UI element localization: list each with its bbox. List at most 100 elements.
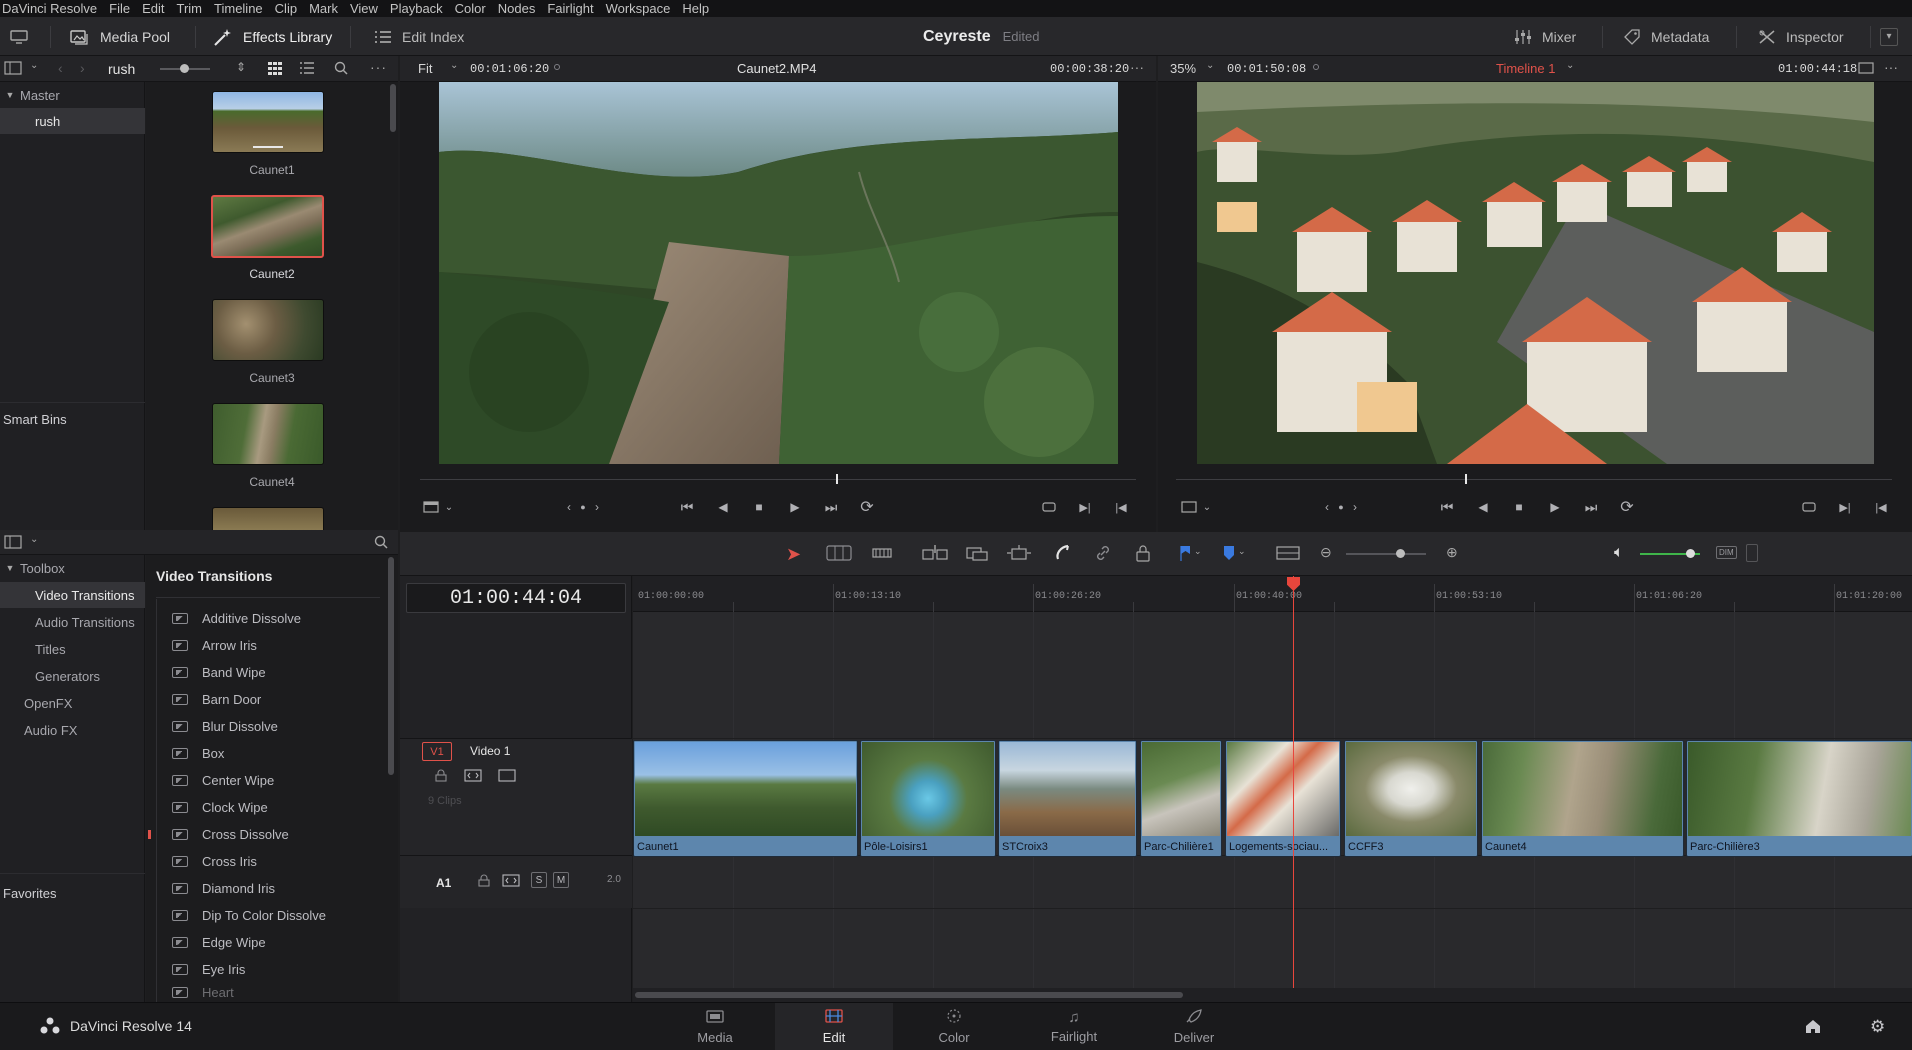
viewer-mode-icon[interactable] [1858,62,1874,74]
clip-thumbnail-caunet2[interactable] [211,195,324,258]
replace-clip-icon[interactable] [1006,544,1032,562]
audio-meter-toggle[interactable] [1746,544,1758,562]
timeline-scrollbar[interactable] [635,992,1183,998]
chevron-down-icon[interactable]: ▼ [0,90,20,100]
bin-master[interactable]: ▼ Master [0,82,145,108]
toolbox-node[interactable]: ▼ Toolbox [0,555,145,581]
track-destination-v1[interactable]: V1 [422,742,452,761]
tree-item-generators[interactable]: Generators [0,663,145,689]
timeline-video-frame[interactable] [1197,82,1874,464]
thumbnail-size-slider[interactable] [160,64,210,73]
timeline-zoom-slider[interactable] [1346,549,1426,558]
transition-item[interactable]: Edge Wipe [158,929,380,956]
trim-tool-icon[interactable] [826,544,852,562]
panel-toggle-icon[interactable] [4,535,22,549]
tree-item-titles[interactable]: Titles [0,636,145,662]
slider-knob[interactable] [1396,549,1405,558]
timeline-clip[interactable]: Pôle-Loisirs1 [860,740,996,857]
menu-mark[interactable]: Mark [303,1,344,16]
stop-icon[interactable]: ■ [1510,498,1528,516]
search-icon[interactable] [374,535,388,549]
menu-nodes[interactable]: Nodes [492,1,542,16]
transition-item[interactable]: Dip To Color Dissolve [158,902,380,929]
more-options-icon[interactable]: ··· [370,59,387,75]
blade-tool-icon[interactable] [872,544,892,562]
menu-help[interactable]: Help [676,1,715,16]
slider-knob[interactable] [180,64,189,73]
menu-file[interactable]: File [103,1,136,16]
tree-item-video-transitions[interactable]: Video Transitions [0,582,145,608]
chevron-down-icon[interactable]: ⌄ [1566,60,1574,71]
menu-clip[interactable]: Clip [269,1,303,16]
solo-button[interactable]: S [531,872,547,888]
timeline-clip[interactable]: Parc-Chilière1 [1140,740,1222,857]
video-track-name[interactable]: Video 1 [470,744,510,758]
disable-track-icon[interactable] [498,769,516,782]
media-pool-button[interactable]: Media Pool [70,17,170,56]
skip-to-start-icon[interactable]: ⏮ [1438,498,1456,516]
edit-index-button[interactable]: Edit Index [374,17,464,56]
bin-list-toggle-icon[interactable] [4,61,22,75]
skip-to-start-icon[interactable]: ⏮ [678,498,696,516]
skip-to-end-icon[interactable]: ⏭ [822,498,840,516]
viewer-size-icon[interactable] [1180,498,1198,516]
timeline-clip[interactable]: Logements-sociau... [1225,740,1341,857]
play-reverse-icon[interactable]: ◀ [1474,498,1492,516]
thumbnails-scrollbar[interactable] [390,84,396,132]
mute-button[interactable]: M [553,872,569,888]
collapse-panel-button[interactable]: ▾ [1880,17,1898,56]
marker-icon[interactable] [1222,544,1236,562]
chevron-down-icon[interactable]: ⌄ [30,534,38,545]
loop-icon[interactable]: ⟳ [858,498,876,516]
page-tab-fairlight[interactable]: ♫ Fairlight [1015,1003,1133,1050]
tree-item-audio-fx[interactable]: Audio FX [0,717,145,743]
timeline-clip[interactable]: CCFF3 [1344,740,1478,857]
transition-item[interactable]: Additive Dissolve [158,605,380,632]
transition-item[interactable]: Cross Iris [158,848,380,875]
clip-thumbnail-caunet4[interactable] [212,403,324,465]
mark-in-icon[interactable]: ▶| [1836,498,1854,516]
transition-item[interactable]: Eye Iris [158,956,380,983]
clip-thumbnail-caunet3[interactable] [212,299,324,361]
menu-workspace[interactable]: Workspace [600,1,677,16]
overwrite-clip-icon[interactable] [966,544,988,562]
page-tab-edit[interactable]: Edit [775,1003,893,1050]
match-frame-icon[interactable] [1800,498,1818,516]
page-tab-deliver[interactable]: Deliver [1135,1003,1253,1050]
page-tab-color[interactable]: Color [895,1003,1013,1050]
link-icon[interactable] [1094,544,1112,562]
bin-rush[interactable]: rush [0,108,145,134]
position-lock-icon[interactable] [1135,544,1151,562]
menu-app[interactable]: DaVinci Resolve [0,1,103,16]
play-icon[interactable]: ▶ [786,498,804,516]
transition-item[interactable]: Heart [158,983,380,1002]
audio-track-id[interactable]: A1 [436,876,451,890]
transition-item[interactable]: Clock Wipe [158,794,380,821]
chevron-down-icon[interactable]: ⌄ [1206,60,1214,71]
transition-item[interactable]: Box [158,740,380,767]
source-zoom[interactable]: Fit [418,61,432,76]
search-icon[interactable] [334,61,348,75]
transition-item[interactable]: Barn Door [158,686,380,713]
clip-thumbnail-caunet1[interactable] [212,91,324,153]
mark-out-icon[interactable]: |◀ [1872,498,1890,516]
source-playhead[interactable] [836,474,838,484]
auto-select-icon[interactable] [502,874,520,887]
timeline-playhead[interactable] [1293,576,1294,988]
skip-to-end-icon[interactable]: ⏭ [1582,498,1600,516]
page-tab-media[interactable]: Media [656,1003,774,1050]
chevron-down-icon[interactable]: ⌄ [440,498,458,516]
match-frame-icon[interactable] [1040,498,1058,516]
effects-library-button[interactable]: Effects Library [213,17,332,56]
chevron-down-icon[interactable]: ⌄ [1194,546,1202,557]
timeline-clip[interactable]: STCroix3 [998,740,1137,857]
chevron-down-icon[interactable]: ⌄ [1238,546,1246,557]
home-icon[interactable] [1804,1018,1822,1034]
menu-fairlight[interactable]: Fairlight [541,1,599,16]
mark-out-icon[interactable]: |◀ [1112,498,1130,516]
speaker-icon[interactable]: 🔈︎ [1614,544,1624,562]
transitions-scrollbar[interactable] [388,557,394,775]
lock-icon[interactable] [478,874,490,887]
jog-right-icon[interactable]: › [1346,498,1364,516]
zoom-in-icon[interactable]: ⊕ [1446,544,1458,561]
